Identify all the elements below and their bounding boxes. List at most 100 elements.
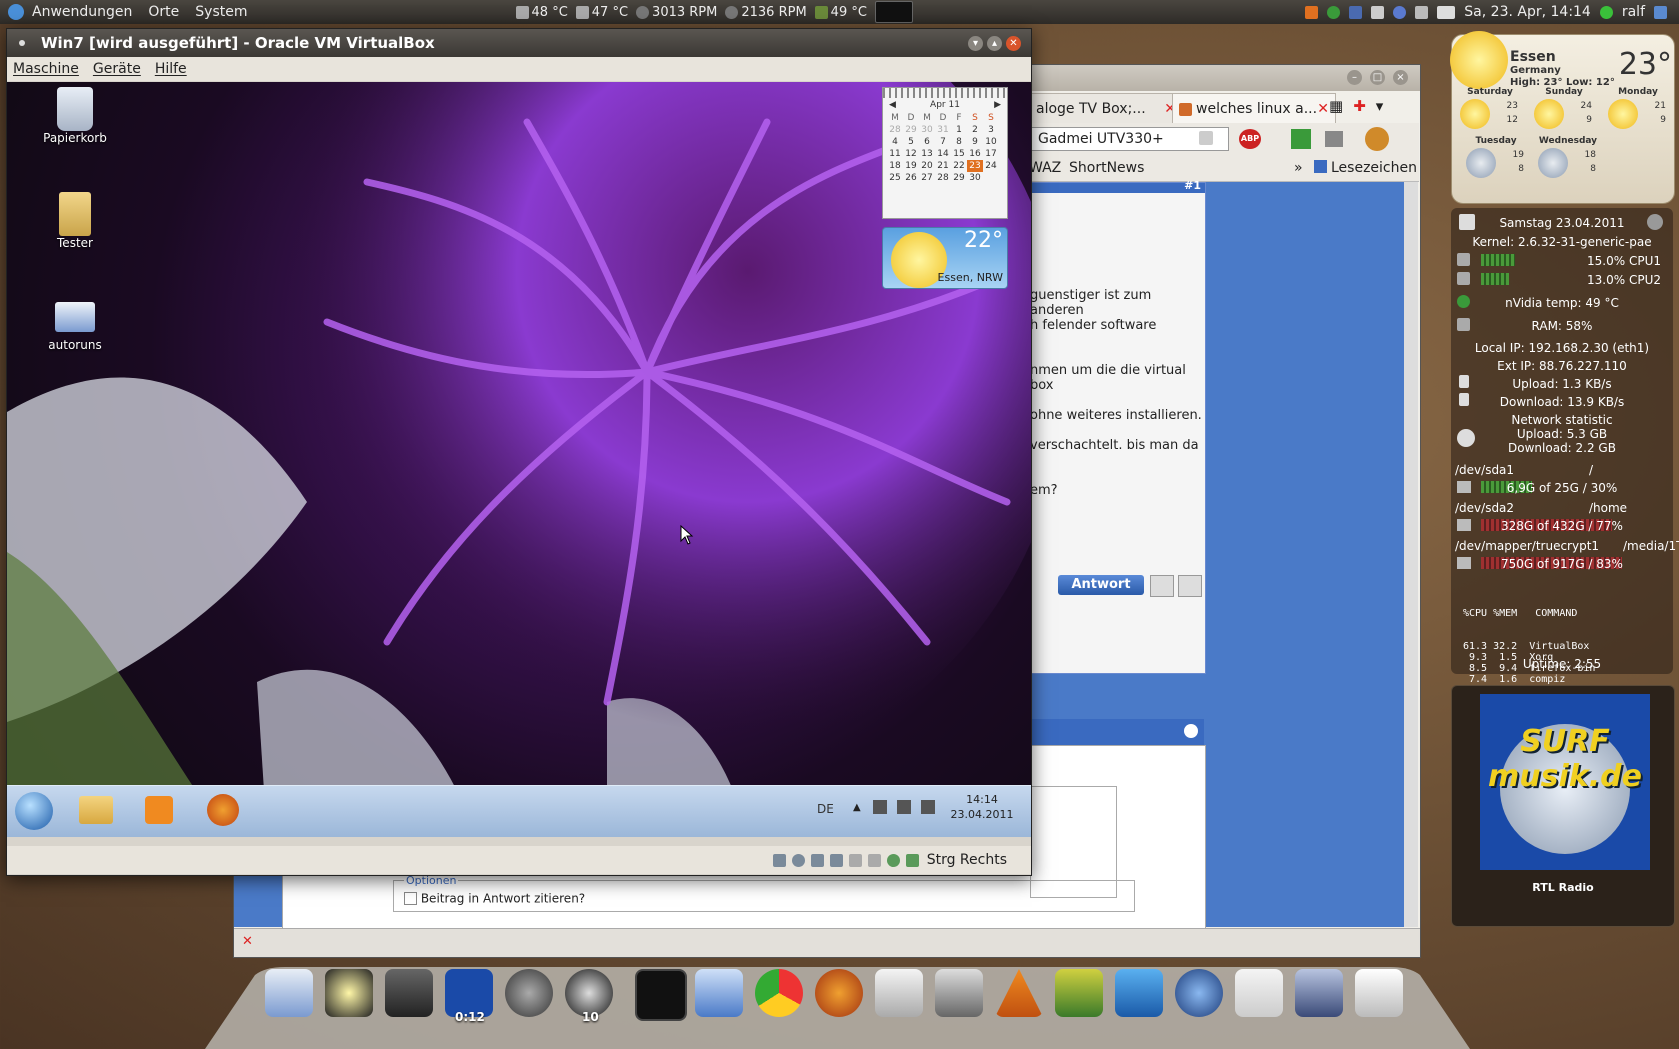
desktop-icon-recycle-bin[interactable]: Papierkorb [35, 87, 115, 145]
search-icon[interactable] [1199, 131, 1213, 145]
mouse-integration-icon[interactable] [905, 853, 919, 867]
calendar-day[interactable]: 23 [967, 160, 983, 172]
dock-virtualbox-icon[interactable] [695, 969, 743, 1017]
ubuntu-logo-icon[interactable] [8, 4, 24, 20]
menu-machine[interactable]: Maschine [13, 61, 79, 77]
calendar-day[interactable]: 18 [887, 160, 903, 172]
quote-icon[interactable] [1150, 575, 1174, 597]
collapse-icon[interactable] [1184, 724, 1198, 738]
minimize-icon[interactable]: ▾ [968, 35, 983, 51]
window-menu-icon[interactable] [19, 40, 25, 46]
cpu-graph-icon[interactable] [874, 1, 913, 23]
menu-system[interactable]: System [187, 4, 255, 20]
page-scrollbar[interactable] [1404, 182, 1418, 927]
calendar-day[interactable]: 2 [967, 124, 983, 136]
tab-tv-box[interactable]: aloge TV Box;... ✕ [1029, 93, 1183, 125]
dock-screenshot-icon[interactable] [1355, 969, 1403, 1017]
check-icon[interactable] [1327, 5, 1341, 19]
bluetooth-icon[interactable] [1393, 5, 1407, 19]
dock-gps-icon[interactable] [1055, 969, 1103, 1017]
calendar-day[interactable]: 4 [887, 136, 903, 148]
calendar-day[interactable]: 12 [903, 148, 919, 160]
bookmark-shortnews[interactable]: ShortNews [1069, 160, 1144, 176]
prev-month-icon[interactable]: ◀ [889, 100, 896, 110]
maximize-icon[interactable]: □ [1370, 70, 1385, 85]
media-player-icon[interactable] [145, 796, 173, 824]
dock-firefox-icon[interactable] [815, 969, 863, 1017]
weather-widget[interactable]: Essen Germany High: 23° Low: 12° 23° Sat… [1450, 31, 1675, 204]
calendar-day[interactable]: 30 [967, 172, 983, 184]
close-tab-icon[interactable]: ✕ [1317, 101, 1329, 117]
more-bookmarks-icon[interactable]: » [1294, 160, 1303, 176]
dock-dropbox-icon[interactable] [1115, 969, 1163, 1017]
calendar-day[interactable]: 21 [935, 160, 951, 172]
greasemonkey-icon[interactable] [1365, 127, 1389, 151]
calendar-day[interactable]: 22 [951, 160, 967, 172]
calendar-day[interactable]: 3 [983, 124, 999, 136]
calendar-day[interactable]: 9 [967, 136, 983, 148]
language-indicator[interactable]: DE [817, 802, 834, 816]
dock-terminal-icon[interactable] [635, 969, 687, 1021]
bookmark-lesezeichen[interactable]: Lesezeichen [1331, 160, 1417, 176]
desktop-icon-tester[interactable]: Tester [35, 192, 115, 250]
display-icon[interactable] [1371, 5, 1385, 19]
calendar-day[interactable] [983, 172, 999, 184]
calendar-day[interactable]: 24 [983, 160, 999, 172]
calendar-day[interactable]: 8 [951, 136, 967, 148]
calendar-day[interactable]: 7 [935, 136, 951, 148]
dock-system-monitor-icon[interactable] [1175, 969, 1223, 1017]
guest-display[interactable]: Papierkorb Tester autoruns ◀ Apr 11 ▶ MD… [7, 82, 1031, 837]
tab-linux[interactable]: welches linux a... ✕ [1172, 93, 1336, 125]
calendar-gadget[interactable]: ◀ Apr 11 ▶ M D M D F S S 28 29 30 31 1 2 3 4 5 6 7 8 9 10 11 1… [882, 87, 1008, 219]
desktop-icon-autoruns[interactable]: autoruns [35, 302, 115, 352]
capture-icon[interactable] [867, 853, 881, 867]
tab-list-icon[interactable]: ▦ [1329, 97, 1343, 115]
network-icon[interactable] [897, 800, 911, 814]
calendar-day[interactable]: 28 [935, 172, 951, 184]
calendar-day[interactable]: 28 [887, 124, 903, 136]
mail-icon[interactable] [1437, 5, 1456, 19]
calendar-day[interactable]: 29 [903, 124, 919, 136]
dock-bird-icon[interactable] [1295, 969, 1343, 1017]
close-icon[interactable]: × [1393, 70, 1408, 85]
radio-widget[interactable]: SURF musik.de RTL Radio [1451, 685, 1675, 927]
dock-china-flag-icon[interactable] [1235, 969, 1283, 1017]
tools-icon[interactable] [1325, 131, 1343, 147]
calendar-day[interactable]: 14 [935, 148, 951, 160]
sensor-applet[interactable]: 48 °C 47 °C 3013 RPM 2136 RPM 49 °C [515, 1, 913, 23]
calendar-day[interactable]: 17 [983, 148, 999, 160]
usb-icon[interactable] [810, 853, 824, 867]
calendar-day[interactable]: 10 [983, 136, 999, 148]
calendar-day[interactable]: 6 [919, 136, 935, 148]
menu-help[interactable]: Hilfe [155, 61, 187, 77]
volume-icon[interactable] [1415, 5, 1429, 19]
reply-button[interactable]: Antwort [1058, 575, 1144, 595]
show-hidden-icons-icon[interactable]: ▲ [853, 802, 861, 813]
menu-places[interactable]: Orte [140, 4, 187, 20]
minimize-icon[interactable]: – [1347, 70, 1362, 85]
weather-gadget[interactable]: 22° Essen, NRW [882, 227, 1008, 289]
close-icon[interactable]: ✕ [1006, 35, 1021, 51]
calendar-day[interactable]: 29 [951, 172, 967, 184]
menu-applications[interactable]: Anwendungen [24, 4, 140, 20]
calendar-day[interactable]: 20 [919, 160, 935, 172]
calendar-day[interactable]: 11 [887, 148, 903, 160]
action-center-flag-icon[interactable] [873, 800, 887, 814]
clipboard-icon[interactable] [1349, 5, 1363, 19]
menu-devices[interactable]: Geräte [93, 61, 141, 77]
shared-folder-icon[interactable] [848, 853, 862, 867]
new-tab-icon[interactable]: ✚ [1353, 97, 1366, 115]
calendar-day[interactable]: 25 [887, 172, 903, 184]
dock-notes-icon[interactable] [265, 969, 313, 1017]
calendar-day[interactable]: 5 [903, 136, 919, 148]
optical-drive-icon[interactable] [791, 853, 805, 867]
volume-icon[interactable] [921, 800, 935, 814]
network-adapter-icon[interactable] [829, 853, 843, 867]
tools-icon[interactable] [1305, 5, 1319, 19]
dock-mail-icon[interactable] [875, 969, 923, 1017]
hard-disk-icon[interactable] [772, 853, 786, 867]
calendar-day[interactable]: 16 [967, 148, 983, 160]
calendar-day[interactable]: 27 [919, 172, 935, 184]
calendar-day[interactable]: 31 [935, 124, 951, 136]
status-online-icon[interactable] [1599, 5, 1613, 19]
